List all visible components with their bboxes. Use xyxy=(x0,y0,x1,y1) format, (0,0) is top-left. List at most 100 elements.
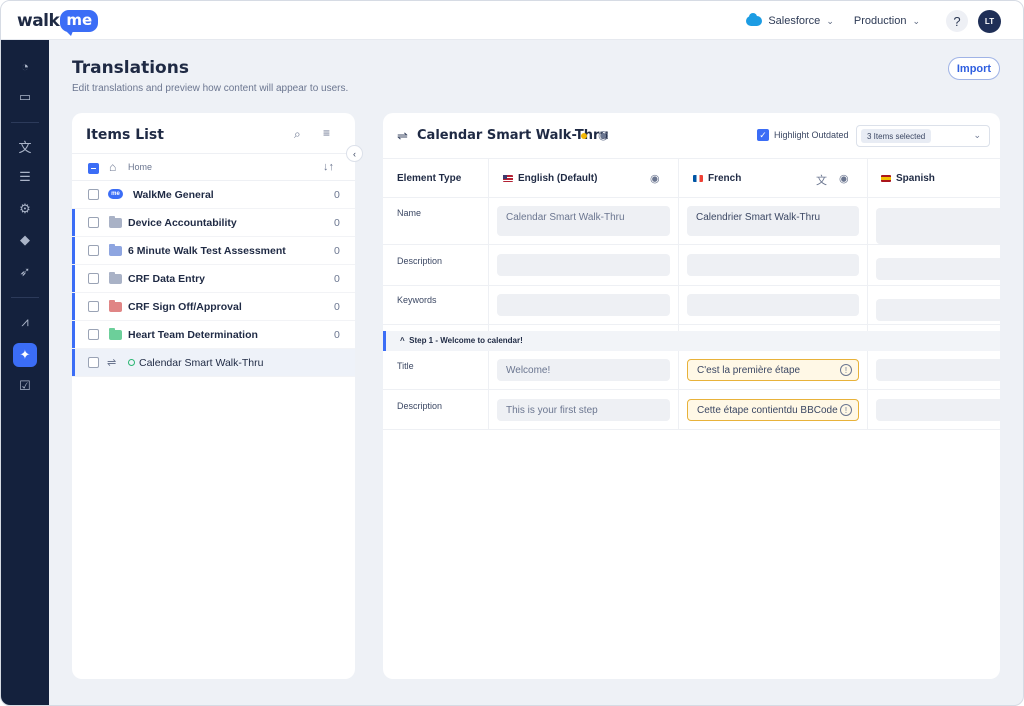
step-description-english-field: This is your first step xyxy=(497,399,670,421)
row-divider xyxy=(383,244,1000,245)
outdated-dot-icon xyxy=(581,133,587,139)
chevron-down-icon: ⌄ xyxy=(912,15,920,26)
list-item-count: 0 xyxy=(334,329,340,341)
folder-icon xyxy=(109,300,122,312)
flow-icon: ⇌ xyxy=(397,128,408,143)
list-item-label: CRF Data Entry xyxy=(128,273,206,285)
flow-icon: ⇌ xyxy=(107,357,117,369)
list-item-count: 0 xyxy=(334,301,340,313)
column-header-french: French xyxy=(693,159,741,197)
step-section-header[interactable]: ^ Step 1 - Welcome to calendar! xyxy=(383,331,1000,351)
walkme-logo[interactable]: walk me xyxy=(17,9,99,36)
row-checkbox[interactable] xyxy=(88,217,99,228)
keywords-spanish-field[interactable] xyxy=(876,299,1000,321)
row-checkbox[interactable] xyxy=(88,189,99,200)
row-checkbox[interactable] xyxy=(88,329,99,340)
graduation-cap-icon[interactable]: ◆ xyxy=(13,228,37,252)
filter-icon[interactable]: ≡ xyxy=(323,126,330,140)
keywords-english-field xyxy=(497,294,670,316)
list-item-label: Heart Team Determination xyxy=(128,329,258,341)
row-checkbox[interactable] xyxy=(88,245,99,256)
translation-header: ⇌ Calendar Smart Walk-Thru ◉ ✓ Highlight… xyxy=(383,113,1000,159)
description-spanish-field[interactable] xyxy=(876,258,1000,280)
help-button[interactable]: ? xyxy=(946,10,968,32)
description-english-field xyxy=(497,254,670,276)
list-item[interactable]: CRF Sign Off/Approval 0 xyxy=(72,293,355,321)
lightbulb-icon[interactable]: ✦ xyxy=(13,343,37,367)
translate-icon[interactable]: 文 xyxy=(13,134,37,158)
row-label-description: Description xyxy=(397,256,443,266)
left-nav-rail: ◔ ▭ 文 ☰ ⚙ ◆ ➶ ⩘ ✦ ☑ xyxy=(1,40,49,705)
highlight-outdated-checkbox[interactable]: ✓ xyxy=(757,129,769,141)
collapse-panel-button[interactable]: ‹ xyxy=(346,145,363,162)
translation-panel: ⇌ Calendar Smart Walk-Thru ◉ ✓ Highlight… xyxy=(383,113,1000,679)
column-divider xyxy=(867,351,868,429)
home-breadcrumb[interactable]: Home xyxy=(128,162,152,172)
sort-icon[interactable]: ↓↑ xyxy=(323,161,334,173)
row-label-step-description: Description xyxy=(397,401,443,411)
list-item-count: 0 xyxy=(334,273,340,285)
list-item-label: Device Accountability xyxy=(128,217,237,229)
row-divider xyxy=(383,429,1000,430)
keywords-french-field[interactable] xyxy=(687,294,859,316)
title-french-field-outdated[interactable]: C'est la première étape ! xyxy=(687,359,859,381)
checklist-icon[interactable]: ☑ xyxy=(13,374,37,398)
list-item-selected[interactable]: ⇌ Calendar Smart Walk-Thru xyxy=(72,349,355,377)
step-description-french-field-outdated[interactable]: Cette étape contientdu BBCode ! xyxy=(687,399,859,421)
column-divider xyxy=(678,351,679,429)
list-item-label: 6 Minute Walk Test Assessment xyxy=(128,245,286,257)
search-icon[interactable]: ⌕ xyxy=(294,127,301,142)
top-bar-controls: Salesforce ⌄ Production ⌄ ? LT xyxy=(746,9,1001,33)
folder-icon xyxy=(109,272,122,284)
highlight-outdated-label: Highlight Outdated xyxy=(774,130,849,140)
title-spanish-field[interactable] xyxy=(876,359,1000,381)
language-select[interactable]: 3 Items selected ⌄ xyxy=(856,125,990,147)
list-item[interactable]: CRF Data Entry 0 xyxy=(72,265,355,293)
title-english-field: Welcome! xyxy=(497,359,670,381)
row-checkbox[interactable] xyxy=(88,301,99,312)
column-header-label: English (Default) xyxy=(518,172,598,184)
dashboard-icon[interactable]: ◔ xyxy=(13,54,37,78)
environment-dropdown[interactable]: Production ⌄ xyxy=(854,15,920,27)
selection-chip: 3 Items selected xyxy=(861,129,932,143)
page-title: Translations xyxy=(72,58,189,78)
chevron-down-icon: ⌄ xyxy=(973,130,981,140)
settings-list-icon[interactable]: ⚙ xyxy=(13,197,37,221)
spanish-flag-icon xyxy=(881,174,891,182)
list-item[interactable]: 6 Minute Walk Test Assessment 0 xyxy=(72,237,355,265)
auto-translate-icon[interactable]: 文 xyxy=(816,172,827,188)
home-icon[interactable]: ⌂ xyxy=(109,160,116,174)
rocket-icon[interactable]: ➶ xyxy=(13,260,37,284)
eye-icon[interactable]: ◉ xyxy=(598,128,608,142)
name-french-field[interactable]: Calendrier Smart Walk-Thru xyxy=(687,206,859,236)
eye-icon[interactable]: ◉ xyxy=(839,172,849,185)
system-dropdown[interactable]: Salesforce ⌄ xyxy=(746,13,834,27)
description-french-field[interactable] xyxy=(687,254,859,276)
step-description-french-text: Cette étape contientdu BBCode xyxy=(697,404,838,416)
logo-walk-text: walk xyxy=(17,11,60,31)
list-item-count: 0 xyxy=(334,245,340,257)
analytics-icon[interactable]: ⩘ xyxy=(13,310,37,334)
import-button[interactable]: Import xyxy=(948,57,1000,80)
avatar[interactable]: LT xyxy=(978,9,1001,33)
select-all-checkbox[interactable] xyxy=(88,163,99,174)
salesforce-cloud-icon xyxy=(746,13,763,26)
rail-divider xyxy=(11,297,39,298)
step-description-spanish-field[interactable] xyxy=(876,399,1000,421)
name-spanish-field[interactable] xyxy=(876,208,1000,244)
list-item-label: CRF Sign Off/Approval xyxy=(128,301,242,313)
list-item[interactable]: Heart Team Determination 0 xyxy=(72,321,355,349)
column-header-english: English (Default) xyxy=(503,159,597,197)
column-header-label: Spanish xyxy=(896,172,935,184)
list-item[interactable]: Device Accountability 0 xyxy=(72,209,355,237)
row-checkbox[interactable] xyxy=(88,357,99,368)
list-item[interactable]: me WalkMe General 0 xyxy=(72,181,355,209)
info-icon[interactable]: ! xyxy=(840,364,852,376)
list-header: ⌂ Home ↓↑ xyxy=(72,153,355,181)
folder-icon xyxy=(109,216,122,228)
eye-icon[interactable]: ◉ xyxy=(650,172,660,185)
folder-icon[interactable]: ▭ xyxy=(13,85,37,109)
row-checkbox[interactable] xyxy=(88,273,99,284)
list-icon[interactable]: ☰ xyxy=(13,165,37,189)
info-icon[interactable]: ! xyxy=(840,404,852,416)
